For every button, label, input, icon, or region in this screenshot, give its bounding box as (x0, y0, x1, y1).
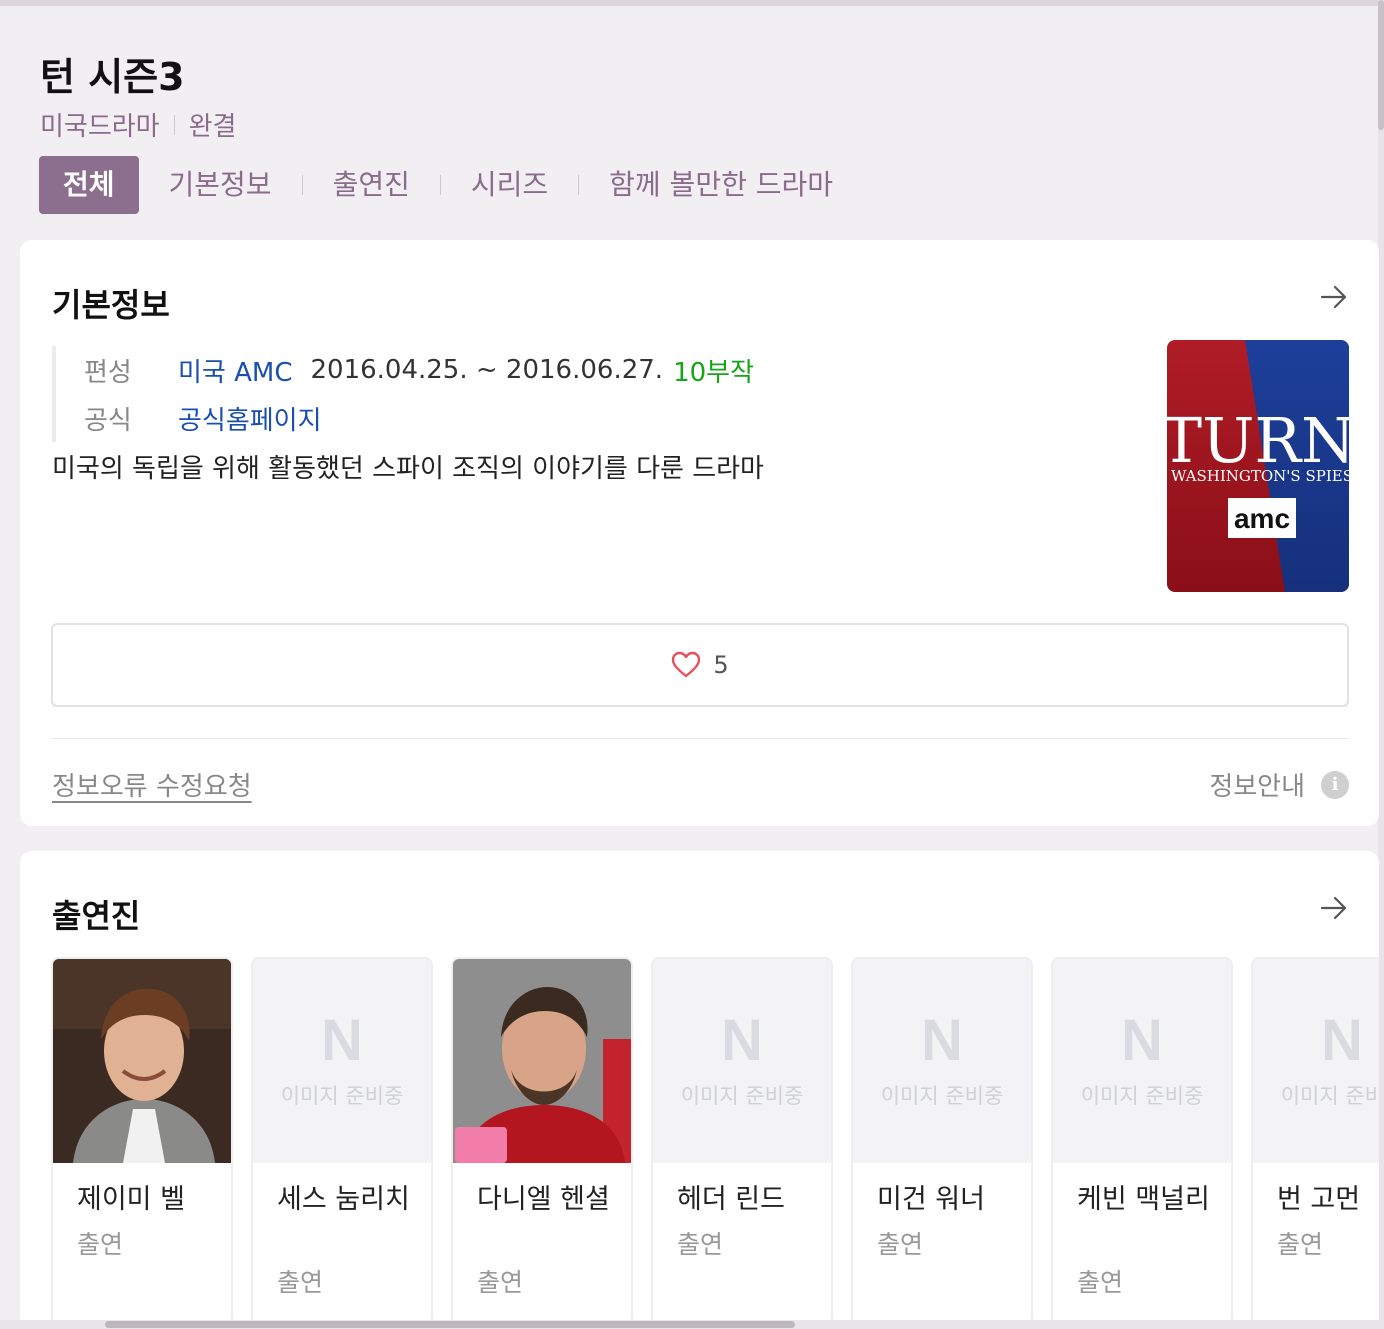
drama-poster[interactable]: TURN WASHINGTON'S SPIES amc (1167, 340, 1349, 592)
no-image-label: 이미지 준비중 (1280, 1084, 1379, 1108)
horizontal-scrollbar[interactable] (0, 1320, 1384, 1329)
no-image-placeholder: N 이미지 준비중 (653, 959, 831, 1163)
naver-logo-icon: N (1321, 1008, 1363, 1073)
cast-item[interactable]: N 이미지 준비중 번 고먼 출연 (1251, 957, 1379, 1329)
no-image-placeholder: N 이미지 준비중 (1253, 959, 1379, 1163)
broadcast-network-link[interactable]: 미국 AMC (178, 352, 292, 389)
cast-photo: N 이미지 준비중 (653, 959, 831, 1163)
broadcast-label: 편성 (84, 357, 132, 388)
drama-meta: 미국드라마 완결 (40, 106, 236, 143)
info-row-broadcast: 편성 미국 AMC 2016.04.25. ~ 2016.06.27. 10부작 (84, 346, 754, 394)
no-image-placeholder: N 이미지 준비중 (1053, 959, 1231, 1163)
naver-logo-icon: N (921, 1008, 963, 1073)
page-title: 턴 시즌3 (40, 55, 185, 99)
heart-icon (672, 651, 701, 678)
arrow-right-icon[interactable] (1319, 893, 1349, 923)
cast-role: 출연 (77, 1230, 124, 1259)
cast-card: 출연진 제이미 벨 출연 N 이미지 준비중 세스 눔리치 출연 다니엘 헨셜 … (20, 851, 1379, 1329)
like-count: 5 (713, 651, 729, 679)
cast-photo (53, 959, 231, 1163)
info-row-official: 공식 공식홈페이지 (84, 394, 754, 442)
section-divider (51, 738, 1349, 739)
no-image-placeholder: N 이미지 준비중 (853, 959, 1031, 1163)
poster-logo: amc (1234, 503, 1290, 534)
cast-name: 제이미 벨 (77, 1184, 185, 1215)
cast-name: 세스 눔리치 (277, 1184, 410, 1215)
tab-cast[interactable]: 출연진 (303, 156, 440, 214)
cast-item[interactable]: 제이미 벨 출연 (51, 957, 233, 1329)
cast-name: 케빈 맥널리 (1077, 1184, 1210, 1215)
poster-tagline: WASHINGTON'S SPIES (1171, 467, 1349, 485)
cast-photo: N 이미지 준비중 (853, 959, 1031, 1163)
cast-photo: N 이미지 준비중 (1253, 959, 1379, 1163)
cast-item[interactable]: N 이미지 준비중 케빈 맥널리 출연 (1051, 957, 1233, 1329)
arrow-right-icon[interactable] (1319, 282, 1349, 312)
meta-status: 완결 (188, 112, 237, 142)
tab-all[interactable]: 전체 (39, 156, 139, 214)
tab-recommended[interactable]: 함께 볼만한 드라마 (579, 156, 863, 214)
cast-list: 제이미 벨 출연 N 이미지 준비중 세스 눔리치 출연 다니엘 헨셜 출연 N… (51, 957, 1379, 1329)
cast-name: 미건 워너 (877, 1184, 985, 1215)
info-icon: i (1321, 770, 1349, 799)
tab-series[interactable]: 시리즈 (441, 156, 578, 214)
no-image-label: 이미지 준비중 (880, 1084, 1004, 1108)
no-image-label: 이미지 준비중 (680, 1084, 804, 1108)
poster-image: TURN WASHINGTON'S SPIES amc (1167, 340, 1349, 592)
no-image-label: 이미지 준비중 (280, 1084, 404, 1108)
tab-basic-info[interactable]: 기본정보 (139, 156, 302, 214)
episode-count: 10부작 (673, 357, 754, 388)
cast-item[interactable]: 다니엘 헨셜 출연 (451, 957, 633, 1329)
cast-name: 헤더 린드 (677, 1184, 785, 1215)
cast-role: 출연 (877, 1230, 924, 1259)
cast-name: 다니엘 헨셜 (477, 1184, 610, 1215)
cast-photo-image (453, 959, 631, 1163)
basic-info-title: 기본정보 (52, 286, 170, 324)
cast-role: 출연 (1277, 1230, 1324, 1259)
basic-info-card: 기본정보 편성 미국 AMC 2016.04.25. ~ 2016.06.27.… (20, 240, 1379, 826)
naver-logo-icon: N (721, 1008, 763, 1073)
cast-item[interactable]: N 이미지 준비중 미건 워너 출연 (851, 957, 1033, 1329)
section-tabs: 전체 기본정보 출연진 시리즈 함께 볼만한 드라마 (39, 156, 863, 214)
like-button[interactable]: 5 (51, 623, 1349, 707)
cast-photo: N 이미지 준비중 (1053, 959, 1231, 1163)
meta-category[interactable]: 미국드라마 (40, 106, 160, 143)
report-error-link[interactable]: 정보오류 수정요청 (52, 766, 252, 803)
cast-role: 출연 (1077, 1268, 1124, 1297)
no-image-label: 이미지 준비중 (1080, 1084, 1204, 1108)
cast-role: 출연 (677, 1230, 724, 1259)
cast-role: 출연 (477, 1268, 524, 1297)
no-image-placeholder: N 이미지 준비중 (253, 959, 431, 1163)
info-guide-button[interactable]: 정보안내 i (1209, 766, 1349, 803)
official-label: 공식 (84, 405, 132, 436)
cast-item[interactable]: N 이미지 준비중 헤더 린드 출연 (651, 957, 833, 1329)
cast-name: 번 고먼 (1277, 1184, 1361, 1215)
horizontal-scroll-thumb[interactable] (105, 1321, 795, 1328)
info-table: 편성 미국 AMC 2016.04.25. ~ 2016.06.27. 10부작… (52, 346, 754, 442)
cast-photo-image (53, 959, 231, 1163)
naver-logo-icon: N (1121, 1008, 1163, 1073)
top-border (0, 0, 1384, 6)
cast-role: 출연 (277, 1268, 324, 1297)
cast-item[interactable]: N 이미지 준비중 세스 눔리치 출연 (251, 957, 433, 1329)
cast-title: 출연진 (52, 897, 141, 935)
official-homepage-link[interactable]: 공식홈페이지 (178, 400, 322, 437)
info-guide-label: 정보안내 (1209, 772, 1305, 802)
cast-photo: N 이미지 준비중 (253, 959, 431, 1163)
naver-logo-icon: N (321, 1008, 363, 1073)
meta-divider (173, 114, 175, 135)
drama-description: 미국의 독립을 위해 활동했던 스파이 조직의 이야기를 다룬 드라마 (52, 454, 764, 484)
vertical-scroll-thumb[interactable] (1378, 0, 1384, 130)
broadcast-period: 2016.04.25. ~ 2016.06.27. (310, 355, 664, 385)
cast-photo (453, 959, 631, 1163)
